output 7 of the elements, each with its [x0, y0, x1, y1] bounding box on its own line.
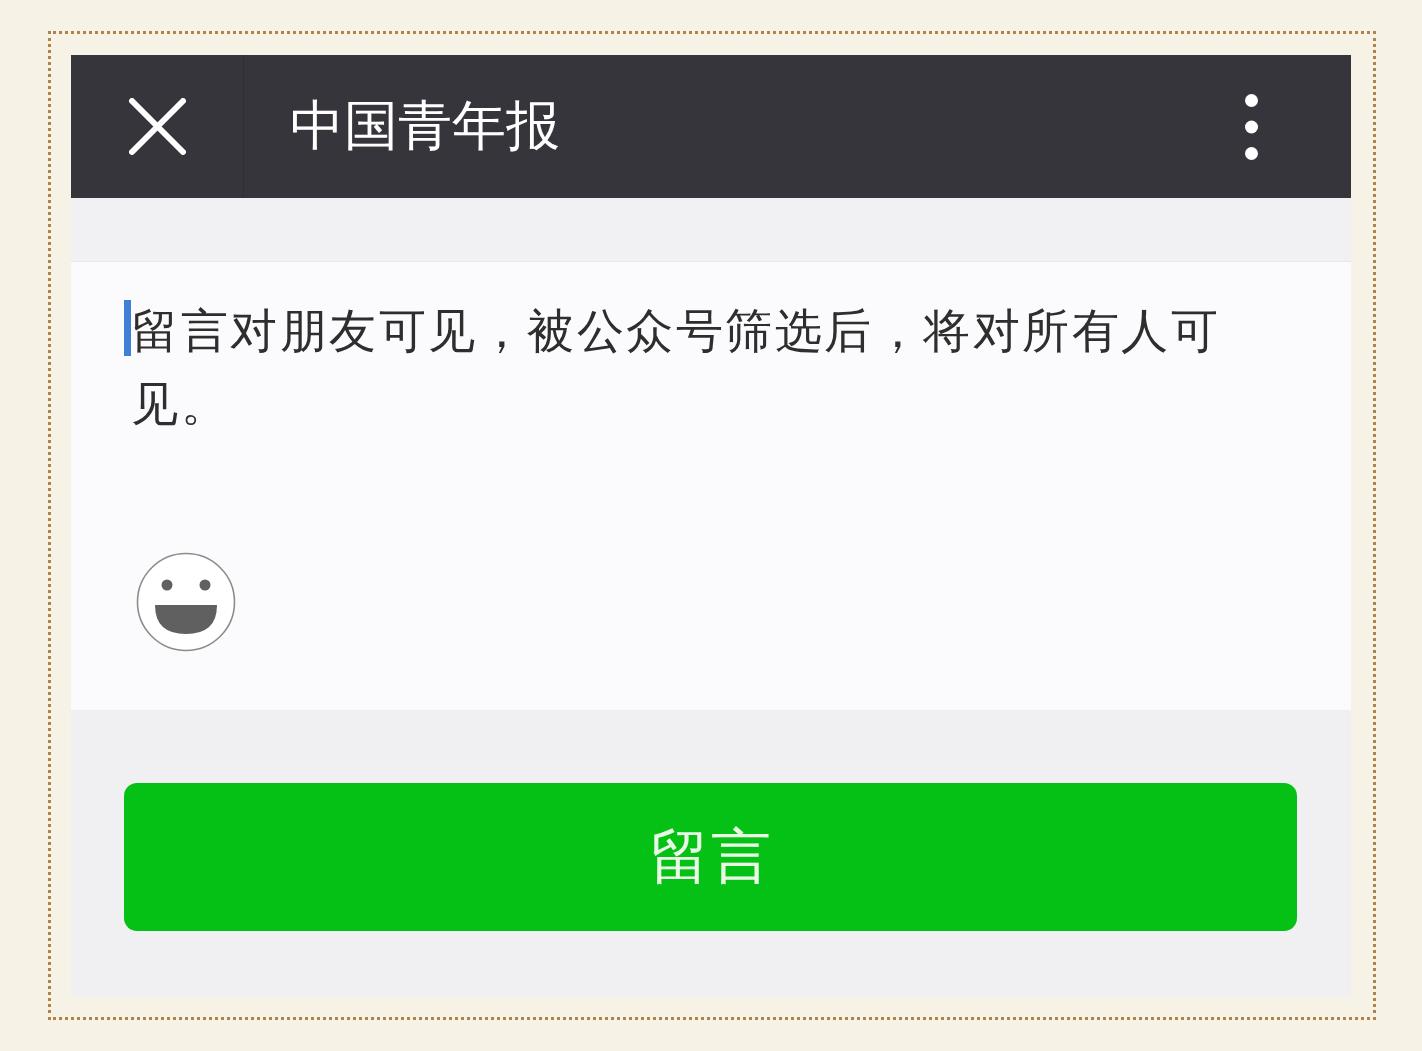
more-icon [1244, 93, 1258, 160]
close-icon [128, 98, 186, 155]
page-title: 中国青年报 [290, 94, 561, 159]
emoji-button[interactable] [136, 552, 236, 652]
comment-input-field[interactable]: 留言对朋友可见，被公众号筛选后，将对所有人可见。 [131, 294, 1231, 514]
submit-comment-button[interactable]: 留言 [124, 783, 1297, 931]
smiley-face-icon [136, 552, 236, 652]
